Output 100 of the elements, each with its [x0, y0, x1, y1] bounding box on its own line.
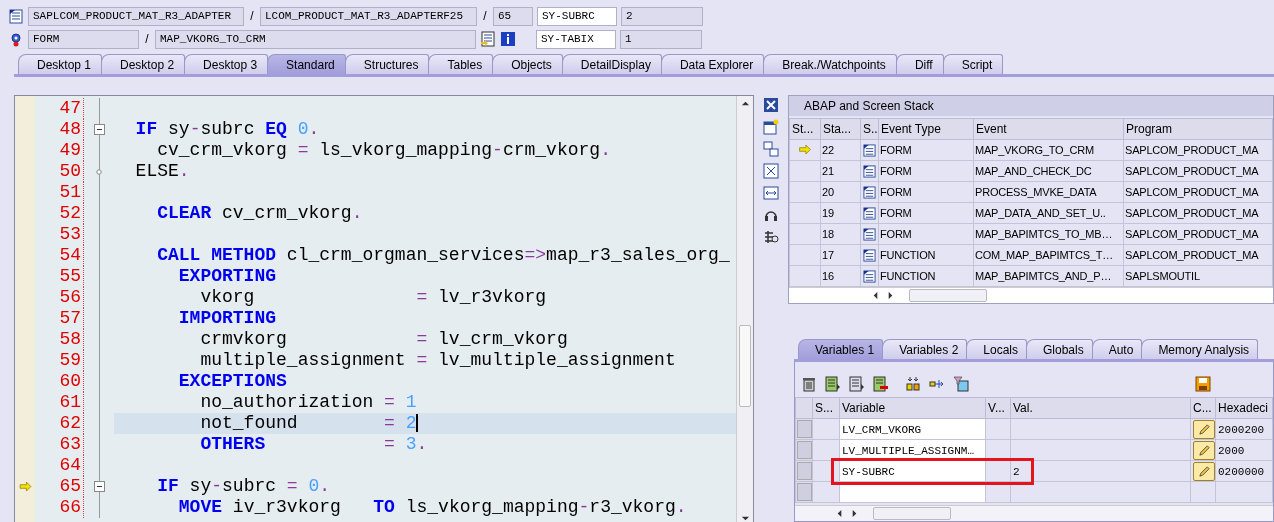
scrollbar[interactable]	[736, 96, 753, 522]
list-icon[interactable]	[825, 376, 841, 392]
resize-icon[interactable]	[763, 185, 779, 201]
column-header[interactable]: Sta...	[820, 118, 861, 140]
edit-button[interactable]	[1193, 419, 1215, 439]
tab[interactable]: Globals	[1026, 339, 1093, 359]
document-icon	[863, 185, 876, 199]
collapse-icon[interactable]	[93, 481, 105, 492]
filter-icon[interactable]	[953, 376, 969, 392]
code-line: CLEAR cv_crm_vkorg.	[156, 203, 363, 223]
column-header[interactable]: Variable	[839, 397, 986, 419]
table-cell: FORM	[878, 223, 974, 245]
tab[interactable]: Variables 2	[882, 339, 968, 359]
table-cell: FUNCTION	[878, 265, 974, 287]
tab[interactable]: Desktop 2	[101, 54, 186, 74]
tab[interactable]: Break./Watchpoints	[763, 54, 897, 74]
column-header[interactable]: V...	[985, 397, 1011, 419]
collapse-icon[interactable]	[93, 124, 105, 135]
scroll-thumb[interactable]	[909, 289, 987, 302]
code-line: EXCEPTIONS	[177, 371, 287, 391]
column-header[interactable]: St...	[789, 118, 821, 140]
tab[interactable]: Standard	[267, 54, 346, 74]
save-icon[interactable]	[1195, 376, 1211, 392]
tab[interactable]: Variables 1	[798, 339, 884, 359]
swap-icon[interactable]	[763, 141, 779, 157]
list-icon[interactable]	[849, 376, 865, 392]
table-cell: MAP_AND_CHECK_DC	[973, 160, 1124, 182]
right-arrow-icon[interactable]	[886, 291, 895, 300]
tab[interactable]: Auto	[1091, 339, 1143, 359]
table-cell: COM_MAP_BAPIMTCS_T…	[973, 244, 1124, 266]
info-icon[interactable]	[500, 31, 516, 47]
trash-icon[interactable]	[801, 376, 817, 392]
scrollbar[interactable]	[789, 287, 1273, 303]
expand-icon[interactable]	[763, 163, 779, 179]
pencil-icon	[1197, 443, 1211, 457]
right-arrow-icon[interactable]	[850, 509, 859, 518]
tab[interactable]: Memory Analysis	[1141, 339, 1259, 359]
up-arrow-icon[interactable]	[740, 99, 750, 108]
scroll-thumb[interactable]	[873, 507, 951, 520]
column-header[interactable]: Event Type	[878, 118, 974, 140]
pencil-icon	[1197, 464, 1211, 478]
column-header[interactable]: Event	[973, 118, 1124, 140]
code-line: MOVE iv_r3vkorg TO ls_vkorg_mapping-r3_vkorg.	[177, 497, 687, 517]
pencil-icon	[1197, 422, 1211, 436]
table-cell: FORM	[878, 202, 974, 224]
table-cell: PROCESS_MVKE_DATA	[973, 181, 1124, 203]
tab[interactable]: Desktop 3	[184, 54, 269, 74]
column-header[interactable]: S...	[812, 397, 840, 419]
fold-dot-icon	[96, 168, 102, 175]
tab[interactable]: Objects	[492, 54, 563, 74]
table-cell: SAPLCOM_PRODUCT_MA	[1123, 244, 1273, 266]
table-cell: 18	[820, 223, 861, 245]
event-type-field: FORM	[28, 29, 139, 49]
tab[interactable]: Desktop 1	[18, 54, 103, 74]
table-cell: MAP_BAPIMTCS_AND_P…	[973, 265, 1124, 287]
column-header[interactable]: Hexadeci	[1215, 397, 1273, 419]
scroll-thumb[interactable]	[739, 325, 751, 407]
tab[interactable]: Structures	[344, 54, 430, 74]
table-cell: SAPLCOM_PRODUCT_MA	[1123, 202, 1273, 224]
separator: /	[249, 9, 255, 23]
edit-button[interactable]	[1193, 440, 1215, 460]
tab[interactable]: Locals	[966, 339, 1027, 359]
left-arrow-icon[interactable]	[835, 509, 844, 518]
table-cell: FORM	[878, 181, 974, 203]
table-cell: SAPLCOM_PRODUCT_MA	[1123, 139, 1273, 161]
document-icon	[863, 143, 876, 157]
code-line: IF sy-subrc = 0.	[156, 476, 331, 496]
tab[interactable]: Diff	[895, 54, 944, 74]
table-cell: 16	[820, 265, 861, 287]
column-header[interactable]: Program	[1123, 118, 1273, 140]
table-cell: 22	[820, 139, 861, 161]
separator: /	[144, 32, 150, 46]
code-line: cv_crm_vkorg = ls_vkorg_mapping-crm_vkorg.	[156, 140, 611, 160]
hex-value: 2000200	[1218, 424, 1265, 436]
scrollbar[interactable]	[795, 505, 1273, 521]
hex-value: 0200000	[1218, 466, 1265, 478]
list-remove-icon[interactable]	[873, 376, 889, 392]
hex-value: 2000	[1218, 445, 1245, 457]
new-window-icon[interactable]	[763, 119, 779, 135]
tab[interactable]: DetailDisplay	[561, 54, 662, 74]
column-header[interactable]: Val.	[1010, 397, 1191, 419]
arrow-icon	[18, 482, 32, 491]
close-icon[interactable]	[763, 97, 779, 113]
tool-icon[interactable]	[763, 229, 779, 245]
column-header[interactable]: C...	[1190, 397, 1216, 419]
system-field-value: 1	[620, 29, 702, 49]
tab[interactable]: Data Explorer	[660, 54, 765, 74]
variable-name: LV_CRM_VKORG	[842, 424, 922, 436]
separator: /	[482, 9, 488, 23]
code-line: OTHERS = 3.	[199, 434, 428, 454]
tab[interactable]: Tables	[428, 54, 494, 74]
table-cell: SAPLSMOUTIL	[1123, 265, 1273, 287]
table-cell: FORM	[878, 139, 974, 161]
left-arrow-icon[interactable]	[871, 291, 880, 300]
table-cell: MAP_VKORG_TO_CRM	[973, 139, 1124, 161]
panel-title: ABAP and Screen Stack	[789, 96, 1273, 118]
down-arrow-icon[interactable]	[740, 514, 750, 522]
tab[interactable]: Script	[942, 54, 1004, 74]
edit-button[interactable]	[1193, 461, 1215, 481]
merge-icon[interactable]	[905, 376, 921, 392]
